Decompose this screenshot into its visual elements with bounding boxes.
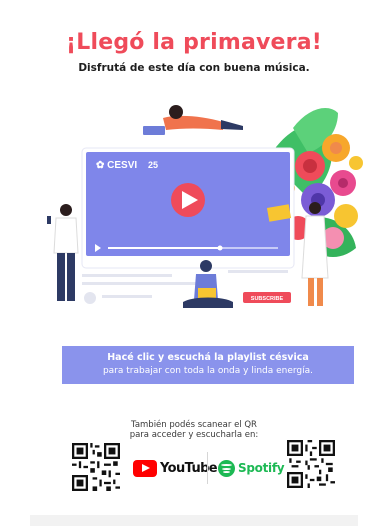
spotify-icon	[218, 459, 235, 477]
banner-line-1: Hacé clic y escuchá la playlist césvica	[107, 352, 309, 363]
spring-music-illustration: ✿ CESVI 25 SUBSCRIBE	[47, 105, 363, 308]
qr-note-line-1: También podés scanear el QR	[131, 420, 257, 430]
promo-flyer: ¡Llegó la primavera! Disfrutá de este dí…	[0, 0, 388, 526]
banner-line-2: para trabajar con toda la onda y linda e…	[102, 366, 314, 376]
qr-note-line-2: para acceder y escucharla en:	[129, 430, 259, 440]
youtube-icon	[133, 459, 157, 477]
divider	[207, 452, 208, 484]
youtube-label: YouTube	[160, 460, 218, 476]
youtube-qr-code[interactable]	[72, 443, 120, 491]
spotify-qr-code[interactable]	[287, 440, 335, 488]
svg-text:✿ CESVI: ✿ CESVI	[96, 160, 137, 171]
person-lying-laptop	[143, 105, 243, 135]
page-subtitle: Disfrutá de este día con buena música.	[78, 62, 310, 74]
youtube-link[interactable]: YouTube	[133, 459, 218, 477]
spotify-link[interactable]: Spotify	[218, 459, 285, 477]
page-title: ¡Llegó la primavera!	[66, 30, 322, 55]
spotify-label: Spotify	[238, 461, 285, 475]
person-standing-phone	[47, 204, 79, 301]
video-player-card: ✿ CESVI 25 SUBSCRIBE	[81, 147, 295, 304]
playlist-link-banner[interactable]: Hacé clic y escuchá la playlist césvica …	[62, 346, 354, 384]
footer-band	[30, 515, 358, 526]
qr-instructions: También podés scanear el QR para acceder…	[0, 420, 388, 440]
svg-text:SUBSCRIBE: SUBSCRIBE	[251, 296, 284, 302]
svg-text:25: 25	[148, 160, 158, 170]
